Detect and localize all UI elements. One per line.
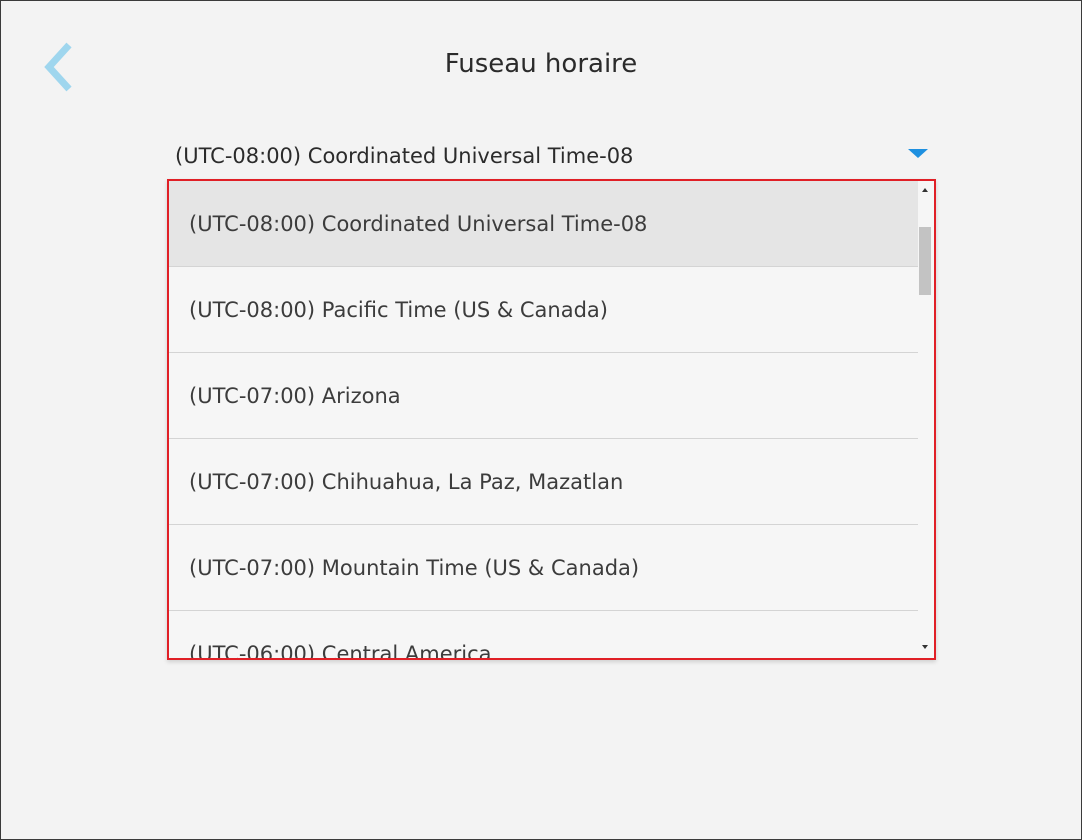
timezone-screen: Fuseau horaire (UTC-08:00) Coordinated U…	[0, 0, 1082, 840]
timezone-select-value: (UTC-08:00) Coordinated Universal Time-0…	[175, 144, 634, 168]
timezone-option[interactable]: (UTC-07:00) Arizona	[169, 353, 918, 439]
timezone-option[interactable]: (UTC-08:00) Pacific Time (US & Canada)	[169, 267, 918, 353]
timezone-select[interactable]: (UTC-08:00) Coordinated Universal Time-0…	[175, 141, 937, 173]
scroll-up-icon[interactable]	[922, 188, 928, 192]
timezone-option[interactable]: (UTC-06:00) Central America	[169, 611, 918, 658]
timezone-option[interactable]: (UTC-07:00) Chihuahua, La Paz, Mazatlan	[169, 439, 918, 525]
scroll-down-icon[interactable]	[922, 645, 928, 649]
list-scrollbar[interactable]	[918, 181, 934, 658]
timezone-options: (UTC-08:00) Coordinated Universal Time-0…	[169, 181, 918, 658]
timezone-dropdown-list[interactable]: (UTC-08:00) Coordinated Universal Time-0…	[167, 179, 936, 660]
timezone-option[interactable]: (UTC-07:00) Mountain Time (US & Canada)	[169, 525, 918, 611]
scroll-thumb[interactable]	[919, 227, 931, 295]
timezone-option[interactable]: (UTC-08:00) Coordinated Universal Time-0…	[169, 181, 918, 267]
page-title: Fuseau horaire	[444, 49, 638, 79]
caret-down-icon[interactable]	[908, 149, 928, 158]
